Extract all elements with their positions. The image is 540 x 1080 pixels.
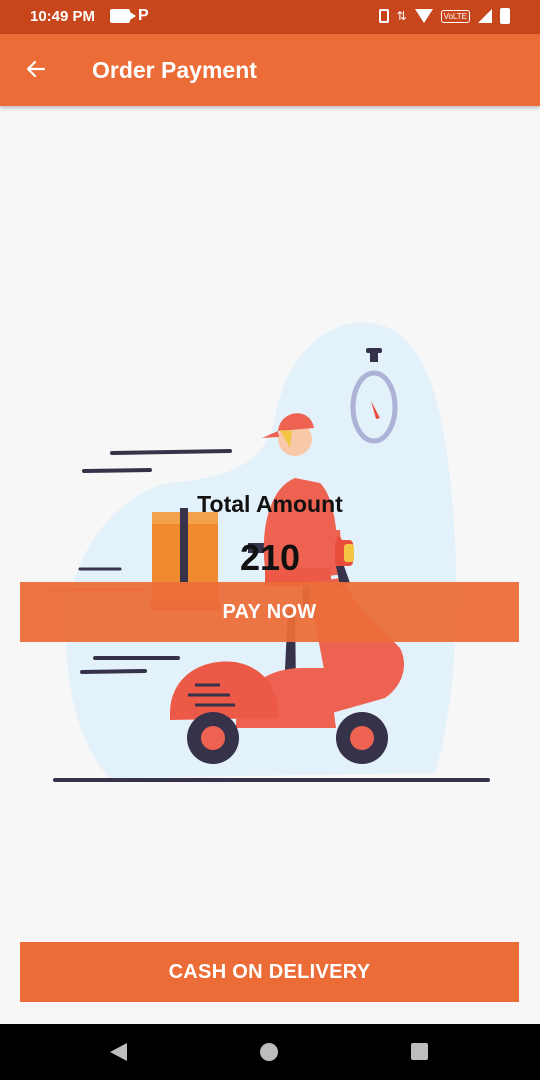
back-button[interactable] [18, 51, 54, 87]
total-amount-value: 210 [239, 537, 301, 578]
video-camera-icon [110, 9, 136, 23]
nav-back-icon[interactable] [110, 1043, 127, 1061]
arrow-left-icon [26, 60, 46, 78]
status-time: 10:49 PM [30, 8, 96, 25]
status-left-icons: P [110, 8, 149, 24]
page-title: Order Payment [92, 57, 257, 83]
pay-now-button[interactable]: PAY NOW [20, 582, 519, 642]
cash-on-delivery-button[interactable]: CASH ON DELIVERY [20, 942, 519, 1002]
nav-recents-icon[interactable] [411, 1043, 428, 1060]
system-nav-bar [0, 1024, 540, 1080]
volte-icon: VoLTE [440, 9, 470, 23]
app-bar: Order Payment [0, 34, 540, 106]
total-amount-label: Total Amount [197, 491, 343, 517]
wifi-icon [414, 9, 433, 23]
nav-home-icon[interactable] [260, 1043, 278, 1061]
battery-icon [500, 8, 510, 24]
status-bar: 10:49 PM P ⇅ VoLTE [0, 0, 540, 34]
signal-icon [478, 9, 492, 23]
p-app-icon: P [138, 7, 149, 24]
vibrate-icon [378, 9, 389, 23]
data-arrows-icon: ⇅ [396, 9, 407, 23]
status-right-icons: ⇅ VoLTE [378, 8, 510, 24]
